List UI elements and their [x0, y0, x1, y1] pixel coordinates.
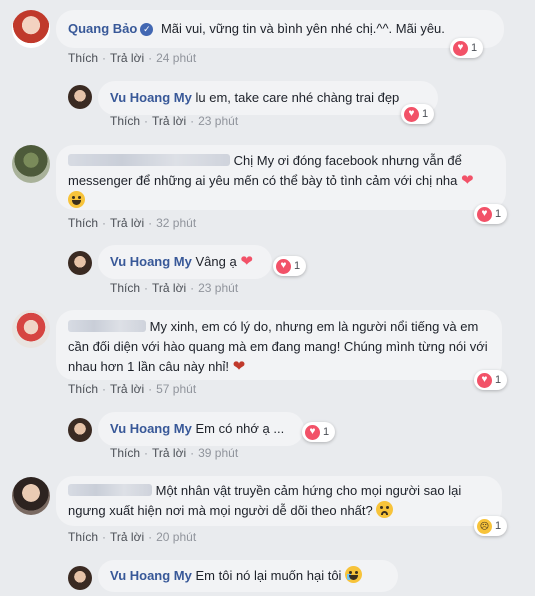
commenter-name-redacted[interactable] [68, 154, 230, 166]
reply-link[interactable]: Trả lời [152, 114, 186, 128]
avatar[interactable] [12, 310, 50, 348]
avatar[interactable] [12, 477, 50, 515]
comment-actions: Thích · Trả lời · 24 phút [68, 51, 197, 65]
timestamp[interactable]: 23 phút [198, 281, 238, 295]
comment-bubble: Một nhân vật truyền cảm hứng cho mọi ngư… [56, 476, 502, 526]
avatar[interactable] [12, 10, 50, 48]
reply-bubble: Vu Hoang My Em tôi nó lại muốn hại tôi [98, 560, 398, 592]
comment-actions: Thích · Trả lời · 23 phút [110, 281, 239, 295]
heart-reaction-icon: ♥ [453, 40, 468, 56]
timestamp[interactable]: 24 phút [156, 51, 196, 65]
crying-face-emoji-icon [345, 566, 363, 583]
reply-bubble: Vu Hoang My lu em, take care nhé chàng t… [98, 81, 438, 115]
like-link[interactable]: Thích [110, 114, 140, 128]
reaction-count[interactable]: ♥ 1 [450, 38, 484, 58]
comment-text: Mãi vui, vững tin và bình yên nhé chị.^^… [160, 21, 445, 36]
timestamp[interactable]: 32 phút [156, 216, 196, 230]
commenter-name[interactable]: Vu Hoang My [110, 568, 192, 583]
avatar[interactable] [68, 85, 92, 109]
comment-bubble: My xinh, em có lý do, nhưng em là người … [56, 310, 502, 380]
comment-actions: Thích · Trả lời · 57 phút [68, 382, 197, 396]
commenter-name[interactable]: Vu Hoang My [110, 421, 192, 436]
verified-badge-icon: ✓ [140, 23, 154, 36]
comment-bubble: Quang Bảo ✓ Mãi vui, vững tin và bình yên… [56, 10, 504, 48]
commenter-name[interactable]: Vu Hoang My [110, 90, 192, 105]
reply-link[interactable]: Trả lời [152, 281, 186, 295]
sad-reaction-icon: ☹ [477, 518, 492, 534]
timestamp[interactable]: 20 phút [156, 530, 196, 544]
comment-text: Em tôi nó lại muốn hại tôi [195, 568, 342, 583]
avatar[interactable] [68, 418, 92, 442]
heart-emoji-icon: ❤ [232, 358, 246, 375]
reply-link[interactable]: Trả lời [152, 446, 186, 460]
avatar[interactable] [68, 566, 92, 590]
avatar[interactable] [68, 251, 92, 275]
like-link[interactable]: Thích [68, 216, 98, 230]
heart-emoji-icon: ❤ [240, 253, 253, 270]
reaction-count[interactable]: ☹ 1 [474, 516, 508, 536]
commenter-name-redacted[interactable] [68, 320, 146, 332]
commenter-name-redacted[interactable] [68, 484, 152, 496]
heart-emoji-icon: ❤ [461, 172, 474, 189]
reply-link[interactable]: Trả lời [110, 530, 144, 544]
commenter-name[interactable]: Quang Bảo [68, 21, 137, 36]
timestamp[interactable]: 39 phút [198, 446, 238, 460]
comment-actions: Thích · Trả lời · 39 phút [110, 446, 239, 460]
comment-text: lu em, take care nhé chàng trai đẹp [195, 90, 400, 105]
reply-link[interactable]: Trả lời [110, 216, 144, 230]
reaction-count[interactable]: ♥ 1 [273, 256, 307, 276]
heart-reaction-icon: ♥ [477, 206, 492, 222]
like-link[interactable]: Thích [68, 382, 98, 396]
heart-reaction-icon: ♥ [477, 372, 492, 388]
comment-bubble: Chị My ơi đóng facebook nhưng vẫn để mes… [56, 145, 506, 210]
reaction-count[interactable]: ♥ 1 [474, 204, 508, 224]
reply-bubble: Vu Hoang My Em có nhớ ạ ... [98, 412, 304, 446]
comment-actions: Thích · Trả lời · 32 phút [68, 216, 197, 230]
commenter-name[interactable]: Vu Hoang My [110, 254, 192, 269]
heart-reaction-icon: ♥ [404, 106, 419, 122]
comment-thread: Quang Bảo ✓ Mãi vui, vững tin và bình yên… [0, 0, 535, 596]
reaction-count[interactable]: ♥ 1 [474, 370, 508, 390]
like-link[interactable]: Thích [110, 281, 140, 295]
reply-link[interactable]: Trả lời [110, 382, 144, 396]
comment-actions: Thích · Trả lời · 23 phút [110, 114, 239, 128]
reply-link[interactable]: Trả lời [110, 51, 144, 65]
reaction-count[interactable]: ♥ 1 [401, 104, 435, 124]
like-link[interactable]: Thích [68, 530, 98, 544]
timestamp[interactable]: 23 phút [198, 114, 238, 128]
avatar[interactable] [12, 145, 50, 183]
heart-reaction-icon: ♥ [276, 258, 291, 274]
disappointed-face-emoji-icon [376, 501, 394, 518]
timestamp[interactable]: 57 phút [156, 382, 196, 396]
like-link[interactable]: Thích [110, 446, 140, 460]
comment-actions: Thích · Trả lời · 20 phút [68, 530, 197, 544]
reply-bubble: Vu Hoang My Vâng ạ ❤ [98, 245, 272, 279]
grinning-face-emoji-icon [68, 191, 85, 208]
heart-reaction-icon: ♥ [305, 424, 320, 440]
comment-text: Em có nhớ ạ ... [195, 421, 285, 436]
comment-text: Vâng ạ [195, 254, 237, 269]
like-link[interactable]: Thích [68, 51, 98, 65]
reaction-count[interactable]: ♥ 1 [302, 422, 336, 442]
